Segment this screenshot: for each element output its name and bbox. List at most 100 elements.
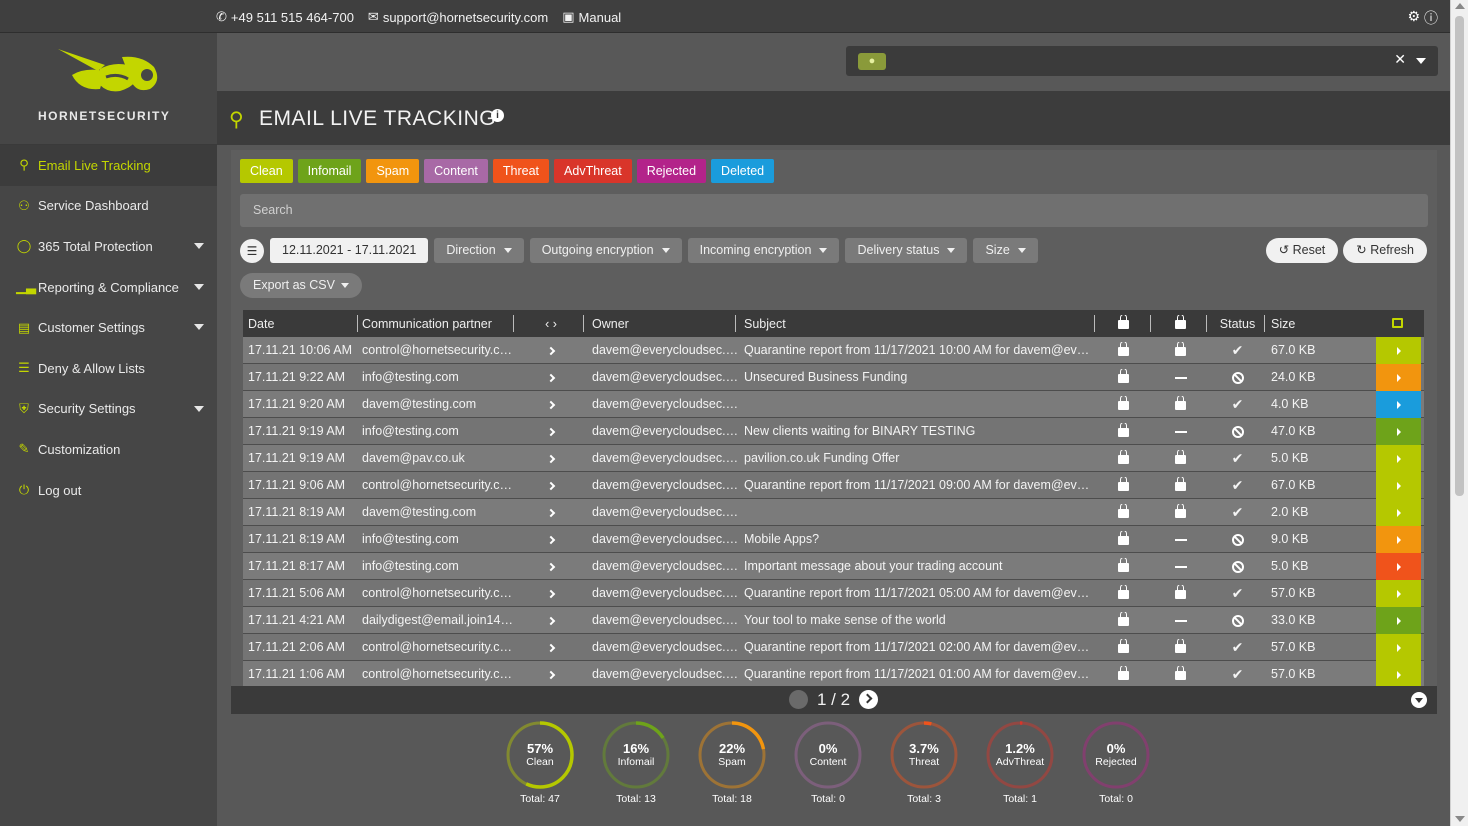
category-clean-button[interactable]: Clean [240, 159, 293, 183]
category-deleted-button[interactable]: Deleted [711, 159, 775, 183]
table-row[interactable]: 17.11.21 10:06 AM control@hornetsecurity.… [243, 336, 1424, 364]
category-spam-button[interactable]: Spam [366, 159, 420, 183]
sidebar-item-deny-allow-lists[interactable]: ☰ Deny & Allow Lists [0, 348, 217, 389]
export-csv-button[interactable]: Export as CSV [240, 273, 362, 298]
category-advthreat-button[interactable]: AdvThreat [554, 159, 632, 183]
header-subject[interactable]: Subject [739, 317, 1095, 331]
lock-icon [1118, 557, 1129, 572]
title-info-icon[interactable]: i [491, 109, 504, 122]
row-detail-button[interactable] [1376, 363, 1421, 391]
phone-link[interactable]: ✆ +49 511 515 464-700 [216, 9, 354, 25]
table-row[interactable]: 17.11.21 9:19 AM info@testing.com davem@ev… [243, 417, 1424, 445]
outgoing-lock-header-icon[interactable] [1095, 315, 1152, 332]
chevron-right-icon [546, 508, 556, 518]
header-owner[interactable]: Owner [587, 317, 739, 331]
row-detail-button[interactable] [1376, 606, 1421, 634]
id-card-icon: ▤ [17, 319, 31, 335]
table-row[interactable]: 17.11.21 9:22 AM info@testing.com davem@ev… [243, 363, 1424, 391]
header-status[interactable]: Status [1209, 317, 1266, 331]
sidebar-item-customer-settings[interactable]: ▤ Customer Settings [0, 307, 217, 348]
sidebar-item-reporting-compliance[interactable]: ▁▃ Reporting & Compliance [0, 267, 217, 308]
row-detail-button[interactable] [1376, 471, 1421, 499]
table-row[interactable]: 17.11.21 4:21 AM dailydigest@email.join14… [243, 606, 1424, 634]
table-row[interactable]: 17.11.21 9:20 AM davem@testing.com davem@e… [243, 390, 1424, 418]
refresh-button[interactable]: ↻ Refresh [1343, 238, 1427, 263]
stat-percent: 0% [1106, 741, 1126, 756]
table-row[interactable]: 17.11.21 9:19 AM davem@pav.co.uk davem@eve… [243, 444, 1424, 472]
ban-icon [1231, 560, 1244, 573]
sidebar-item-security-settings[interactable]: ⛨ Security Settings [0, 389, 217, 430]
table-row[interactable]: 17.11.21 8:17 AM info@testing.com davem@ev… [243, 552, 1424, 580]
prev-page-button[interactable] [789, 690, 808, 709]
header-date[interactable]: Date [243, 317, 357, 331]
row-detail-button[interactable] [1376, 444, 1421, 472]
row-detail-button[interactable] [1376, 633, 1421, 661]
row-detail-button[interactable] [1376, 390, 1421, 418]
brand-logo[interactable]: HORNETSECURITY [0, 33, 217, 145]
email-link[interactable]: ✉ support@hornetsecurity.com [368, 9, 548, 25]
row-date: 17.11.21 9:20 AM [248, 397, 346, 411]
category-content-button[interactable]: Content [424, 159, 488, 183]
row-detail-button[interactable] [1376, 417, 1421, 445]
table-row[interactable]: 17.11.21 2:06 AM control@hornetsecurity.c… [243, 633, 1424, 661]
row-partner: davem@testing.com [362, 397, 477, 411]
sidebar-item-log-out[interactable]: ⏻ Log out [0, 470, 217, 511]
direction-filter[interactable]: Direction [434, 238, 524, 263]
row-direction [515, 586, 587, 600]
scroll-up-icon[interactable] [1455, 3, 1465, 9]
info-icon[interactable]: ⓘ [1424, 8, 1438, 28]
next-page-button[interactable] [859, 690, 878, 709]
row-status: ✔ [1209, 477, 1266, 494]
table-row[interactable]: 17.11.21 8:19 AM davem@testing.com davem@e… [243, 498, 1424, 526]
row-detail-button[interactable] [1376, 525, 1421, 553]
incoming-encryption-filter[interactable]: Incoming encryption [687, 238, 840, 263]
expand-down-button[interactable] [1411, 692, 1427, 708]
date-range-picker[interactable]: 12.11.2021 - 17.11.2021 [270, 238, 429, 263]
sidebar-item-email-live-tracking[interactable]: ⚲ Email Live Tracking [0, 145, 217, 186]
user-selector[interactable]: ● ✕ [846, 46, 1438, 76]
list-view-icon[interactable]: ☰ [240, 238, 264, 263]
settings-icon[interactable]: ⚙ [1407, 8, 1420, 28]
sidebar-item-service-dashboard[interactable]: ⚇ Service Dashboard [0, 186, 217, 227]
user-dropdown-icon[interactable] [1416, 58, 1426, 64]
manual-link[interactable]: ▣ Manual [562, 9, 621, 25]
reset-button[interactable]: ↺ Reset [1265, 238, 1339, 263]
delivery-status-filter[interactable]: Delivery status [845, 238, 968, 263]
window-scrollbar[interactable] [1450, 0, 1468, 826]
column-picker-icon[interactable] [1376, 310, 1421, 337]
row-incoming-encryption [1152, 665, 1209, 683]
row-detail-button[interactable] [1376, 660, 1421, 688]
sidebar-item-365-total-protection[interactable]: ◯ 365 Total Protection [0, 226, 217, 267]
row-detail-button[interactable] [1376, 579, 1421, 607]
row-detail-button[interactable] [1376, 552, 1421, 580]
table-row[interactable]: 17.11.21 9:06 AM control@hornetsecurity.c… [243, 471, 1424, 499]
chevron-down-icon[interactable] [194, 324, 204, 331]
scroll-thumb[interactable] [1455, 16, 1464, 496]
category-threat-button[interactable]: Threat [492, 159, 550, 183]
header-size[interactable]: Size [1266, 317, 1376, 331]
search-input[interactable]: Search [240, 194, 1428, 227]
row-status [1209, 370, 1266, 384]
dash-icon [1174, 538, 1187, 541]
sidebar-item-customization[interactable]: ✎ Customization [0, 429, 217, 470]
chevron-down-icon[interactable] [194, 283, 204, 290]
category-infomail-button[interactable]: Infomail [297, 159, 362, 183]
table-row[interactable]: 17.11.21 5:06 AM control@hornetsecurity.c… [243, 579, 1424, 607]
caret-down-icon [340, 283, 349, 288]
chevron-right-icon [546, 346, 556, 356]
table-row[interactable]: 17.11.21 1:06 AM control@hornetsecurity.c… [243, 660, 1424, 688]
incoming-lock-header-icon[interactable] [1152, 315, 1209, 332]
row-direction [515, 667, 587, 681]
row-detail-button[interactable] [1376, 498, 1421, 526]
scroll-down-icon[interactable] [1455, 816, 1465, 822]
direction-arrows-icon[interactable]: ‹ › [515, 317, 587, 331]
table-row[interactable]: 17.11.21 8:19 AM info@testing.com davem@ev… [243, 525, 1424, 553]
row-detail-button[interactable] [1376, 336, 1421, 364]
outgoing-encryption-filter[interactable]: Outgoing encryption [529, 238, 682, 263]
category-rejected-button[interactable]: Rejected [636, 159, 707, 183]
size-filter[interactable]: Size [973, 238, 1038, 263]
chevron-down-icon[interactable] [194, 405, 204, 412]
header-partner[interactable]: Communication partner [357, 317, 515, 331]
clear-user-icon[interactable]: ✕ [1394, 51, 1406, 68]
chevron-down-icon[interactable] [194, 243, 204, 250]
